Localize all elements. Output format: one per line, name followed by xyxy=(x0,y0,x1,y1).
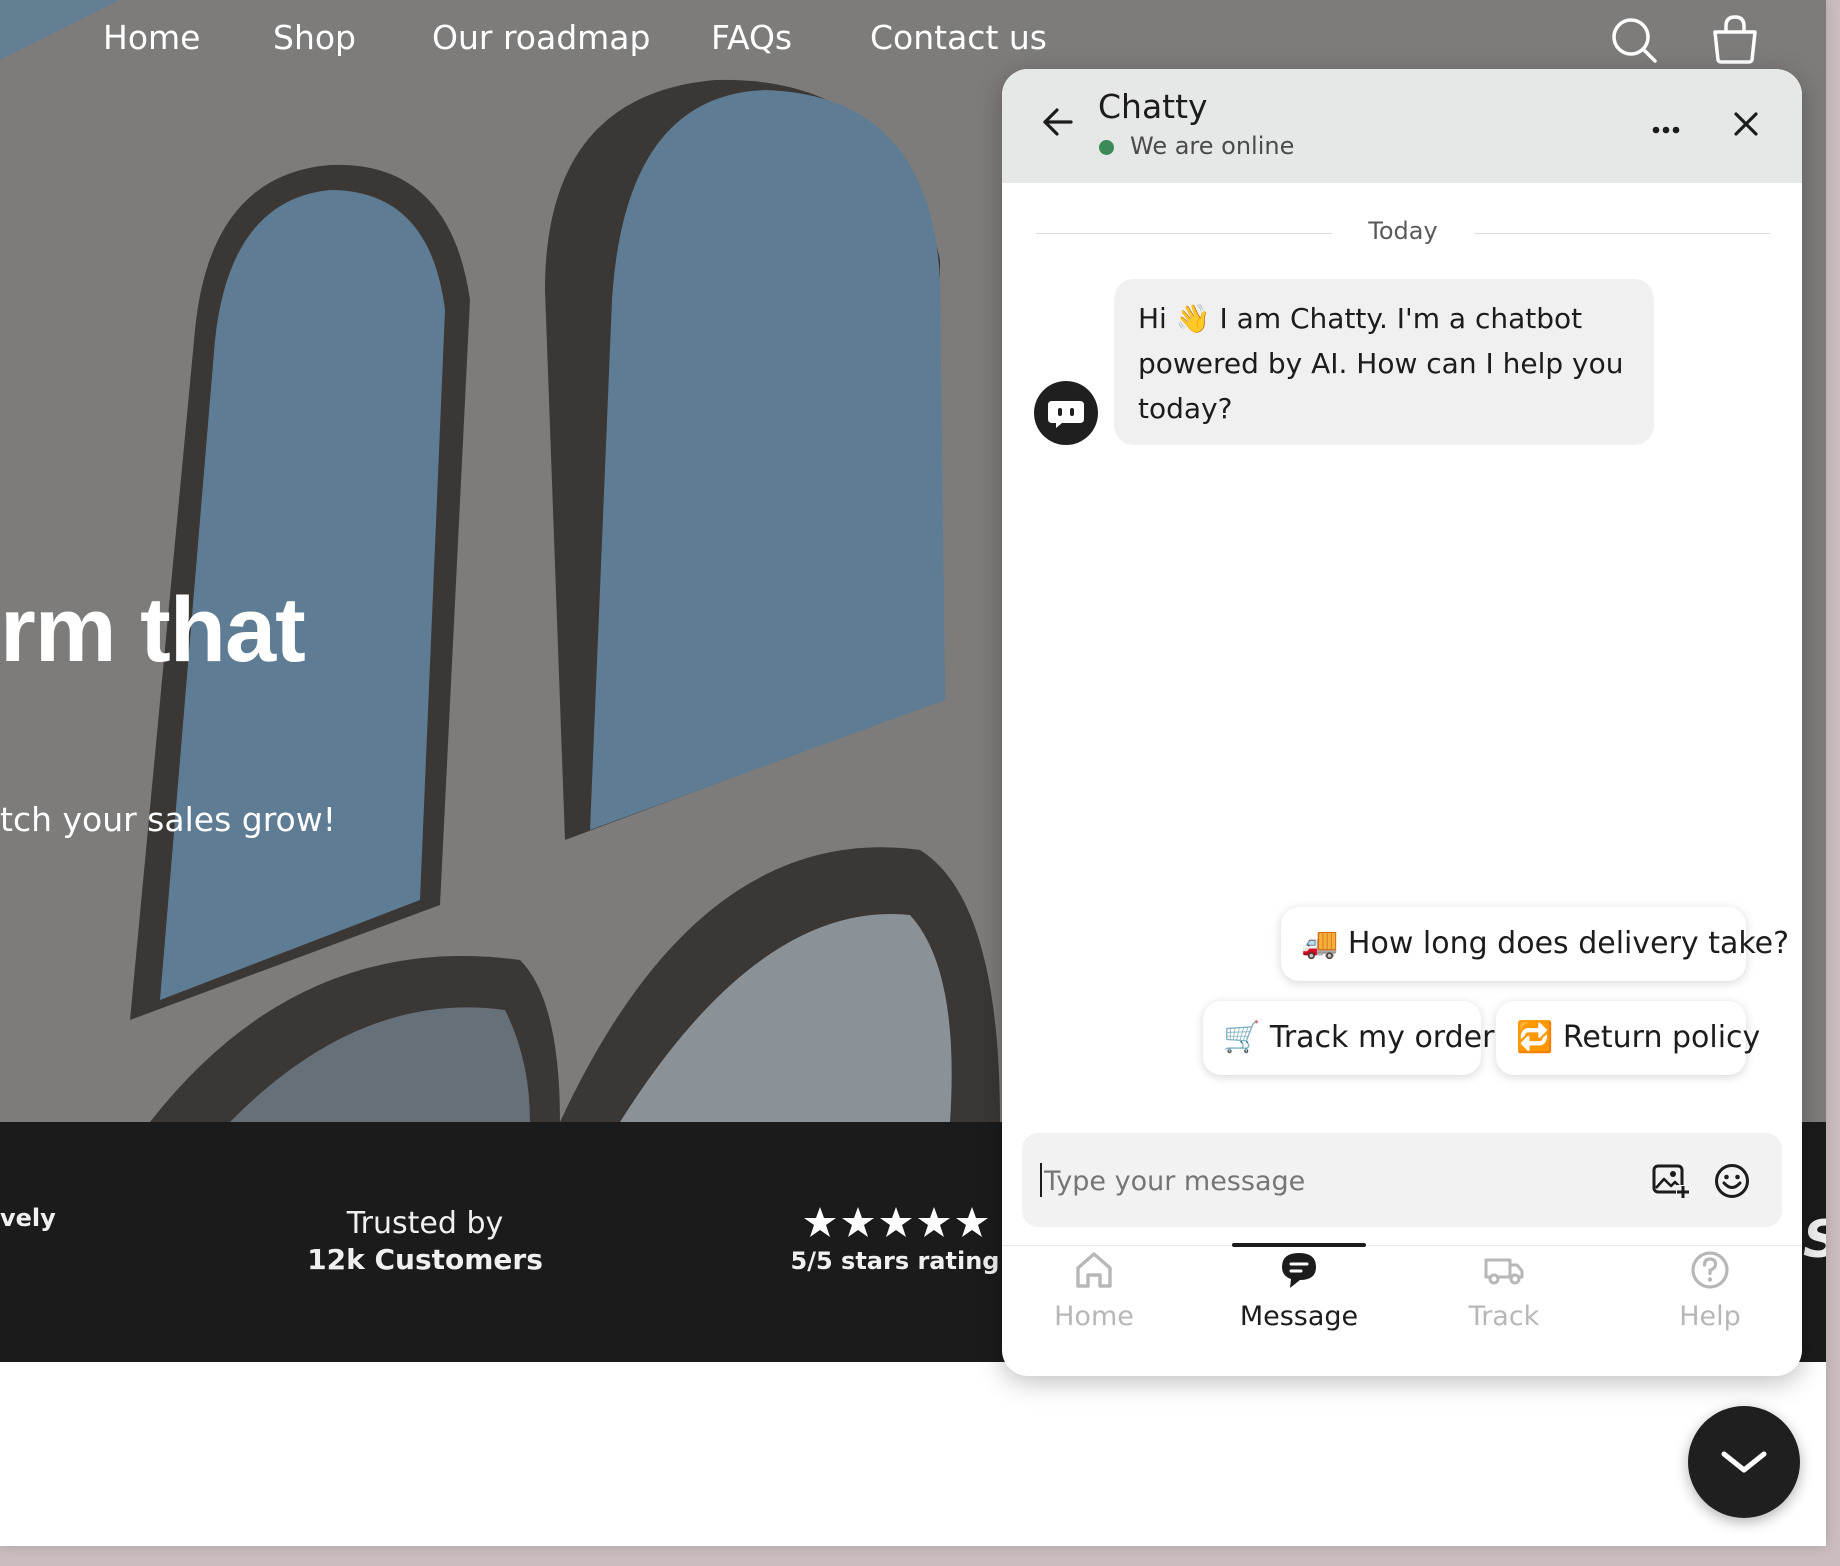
tab-label: Track xyxy=(1468,1301,1540,1332)
nav-our-roadmap[interactable]: Our roadmap xyxy=(432,18,650,57)
star-rating xyxy=(803,1206,989,1244)
page: Home Shop Our roadmap FAQs Contact us rm… xyxy=(0,0,1826,1546)
date-divider: Today xyxy=(1368,217,1438,245)
tab-home[interactable]: Home xyxy=(1014,1249,1174,1332)
tab-label: Message xyxy=(1239,1301,1359,1332)
tab-help[interactable]: Help xyxy=(1630,1249,1790,1332)
search-icon[interactable] xyxy=(1610,16,1658,68)
bot-message-text: Hi 👋 I am Chatty. I'm a chatbot powered … xyxy=(1138,302,1624,425)
quick-reply-label: Track my order xyxy=(1269,1020,1495,1055)
nav-shop[interactable]: Shop xyxy=(273,18,356,57)
nav-faqs[interactable]: FAQs xyxy=(711,18,792,57)
hero-headline: rm that xyxy=(0,579,306,681)
repeat-emoji-icon: 🔁 xyxy=(1516,1020,1554,1055)
online-status-dot xyxy=(1099,140,1114,155)
message-icon xyxy=(1282,1253,1316,1288)
tab-track[interactable]: Track xyxy=(1424,1249,1584,1332)
tab-label: Home xyxy=(1054,1301,1134,1332)
trusted-by-label: Trusted by xyxy=(346,1206,504,1241)
cart-emoji-icon: 🛒 xyxy=(1223,1020,1261,1055)
truck-emoji-icon: 🚚 xyxy=(1301,926,1339,961)
shopping-bag-icon[interactable] xyxy=(1711,14,1759,68)
home-icon xyxy=(1076,1252,1112,1288)
help-icon xyxy=(1691,1251,1729,1289)
message-input-container xyxy=(1022,1133,1782,1227)
quick-reply-delivery[interactable]: 🚚 How long does delivery take? xyxy=(1281,907,1789,981)
emoji-icon[interactable] xyxy=(1714,1163,1750,1203)
quick-reply-label: Return policy xyxy=(1562,1020,1761,1055)
chevron-down-icon xyxy=(1721,1451,1767,1473)
tab-bar-divider xyxy=(1002,1245,1802,1246)
truck-icon xyxy=(1484,1258,1524,1285)
quick-reply-return-policy[interactable]: 🔁 Return policy xyxy=(1496,1001,1760,1075)
tab-message[interactable]: Message xyxy=(1219,1249,1379,1332)
brand-logo-fragment: S xyxy=(1803,1210,1826,1270)
chat-widget: Chatty We are online Today Hi 👋 I am Cha… xyxy=(1002,69,1802,1376)
customers-count: 12k Customers xyxy=(307,1243,543,1276)
hero-subtext: tch your sales grow! xyxy=(0,800,336,839)
trust-left-fragment: vely xyxy=(0,1204,56,1232)
quick-reply-track-order[interactable]: 🛒 Track my order xyxy=(1203,1001,1494,1075)
bot-message-bubble: Hi 👋 I am Chatty. I'm a chatbot powered … xyxy=(1114,279,1654,445)
more-options-icon[interactable] xyxy=(1652,119,1680,138)
quick-reply-label: How long does delivery take? xyxy=(1347,926,1790,961)
bot-avatar xyxy=(1034,381,1098,445)
tab-label: Help xyxy=(1679,1301,1741,1332)
chat-launcher-button[interactable] xyxy=(1688,1406,1800,1518)
chat-header: Chatty We are online xyxy=(1002,69,1802,183)
back-arrow-icon[interactable] xyxy=(1042,107,1074,141)
close-icon[interactable] xyxy=(1733,111,1759,141)
divider-line-right xyxy=(1474,233,1770,234)
divider-line-left xyxy=(1036,233,1332,234)
rating-label: 5/5 stars rating xyxy=(790,1247,1000,1275)
nav-contact-us[interactable]: Contact us xyxy=(870,18,1047,57)
chat-status: We are online xyxy=(1130,132,1295,160)
chatbot-icon xyxy=(1048,401,1084,428)
nav-home[interactable]: Home xyxy=(103,18,200,57)
image-upload-icon[interactable] xyxy=(1652,1163,1690,1203)
chat-title: Chatty xyxy=(1098,87,1208,126)
message-input[interactable] xyxy=(1042,1155,1606,1207)
active-tab-indicator xyxy=(1232,1243,1366,1247)
